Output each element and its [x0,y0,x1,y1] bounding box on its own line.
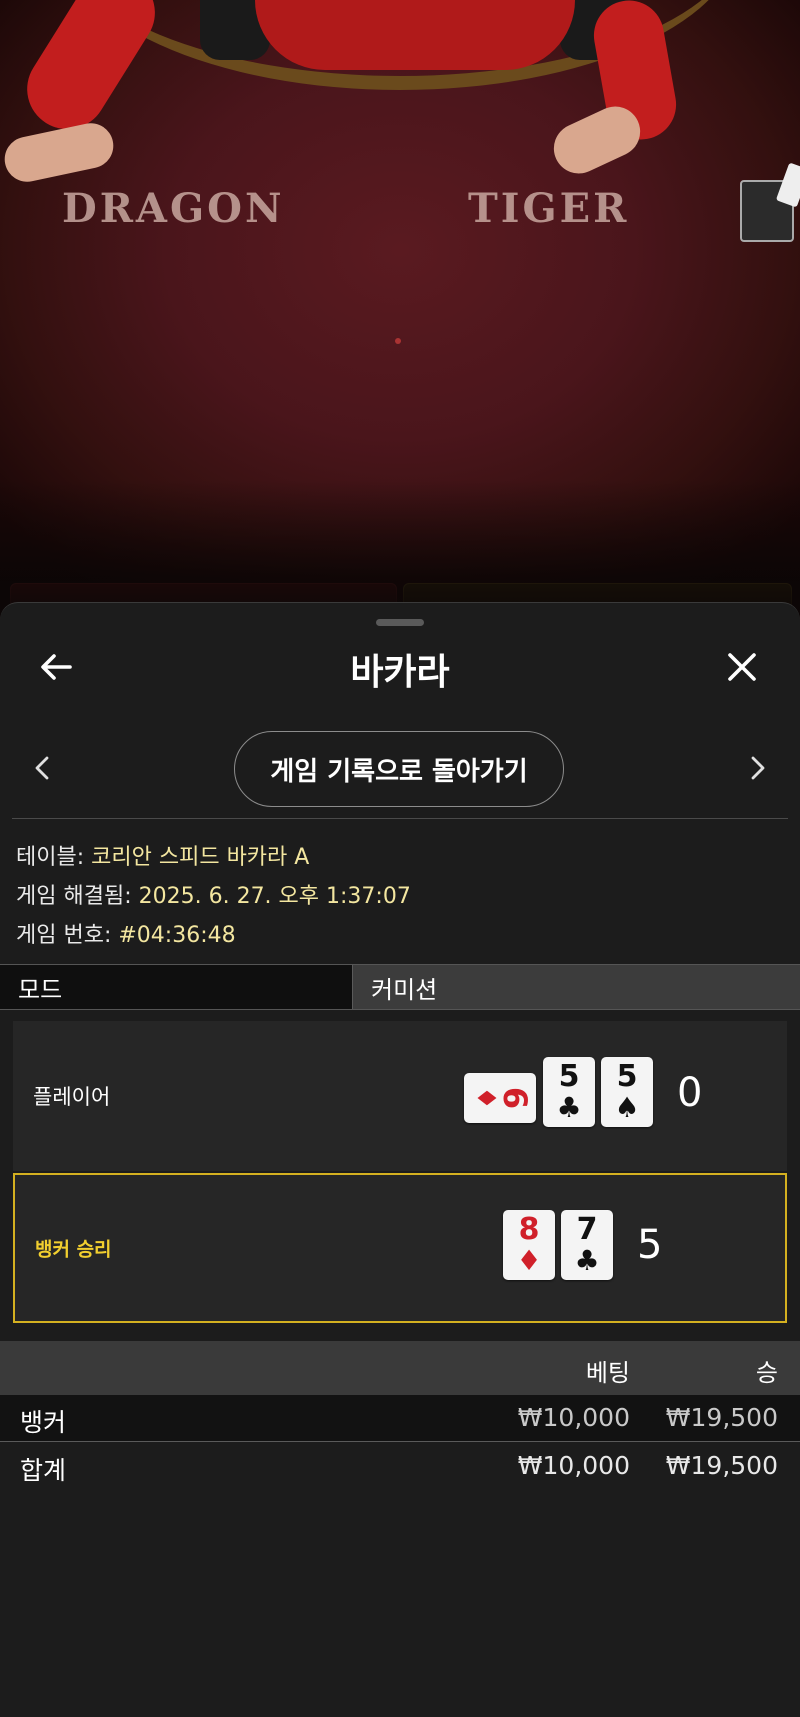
table-info: 테이블: 코리안 스피드 바카라 A [16,839,309,871]
total-label: 합계 [20,1456,67,1485]
player-score: 0 [677,1070,703,1116]
card-rank: 6 [495,1086,534,1110]
card-rank: 5 [616,1059,638,1094]
game-history-detail-sheet: 바카라 게임 기록으로 돌아가기 테이블: 코리안 스피드 바카라 A 게임 해… [0,602,800,1717]
playing-card: 5 ♣ [543,1057,595,1127]
diamond-suit-icon: ♦ [470,1086,501,1110]
resolved-info-label: 게임 해결됨: [16,884,132,909]
bet-name: 뱅커 [20,1408,67,1437]
total-win-amount: ₩19,500 [665,1451,778,1480]
tab-mode[interactable]: 모드 [0,965,353,1009]
next-game-button[interactable] [742,753,772,783]
mode-tabs: 모드 커미션 [0,964,800,1010]
card-rank: 5 [558,1059,580,1094]
dragon-table-label: DRAGON [62,185,285,232]
dealer [255,0,575,70]
close-icon [728,653,756,681]
club-suit-icon: ♣ [556,1091,582,1124]
club-suit-icon: ♣ [574,1244,600,1277]
previous-game-button[interactable] [28,753,58,783]
playing-card: 8 ♦ [503,1210,555,1280]
spade-suit-icon: ♠ [614,1091,640,1124]
chevron-right-icon [751,756,765,780]
tiger-table-label: TIGER [468,185,630,232]
table-marker [395,338,401,344]
dealer-hand [0,119,118,186]
bets-table-header: 베팅 승 [0,1341,800,1395]
card-rank: 8 [518,1212,540,1247]
player-label: 플레이어 [33,1085,111,1109]
sheet-drag-handle[interactable] [376,619,424,626]
total-bet-amount: ₩10,000 [517,1451,630,1480]
bet-column-header: 베팅 [585,1359,630,1387]
game-number-label: 게임 번호: [16,923,112,948]
total-row: 합계 ₩10,000 ₩19,500 [0,1443,800,1489]
table-info-label: 테이블: [16,845,85,870]
win-amount: ₩19,500 [665,1403,778,1432]
diamond-suit-icon: ♦ [516,1244,542,1277]
game-number-value: #04:36:48 [118,923,236,948]
tab-commission[interactable]: 커미션 [353,965,800,1009]
resolved-info: 게임 해결됨: 2025. 6. 27. 오후 1:37:07 [16,878,411,910]
player-hand-row: 플레이어 ♦ 6 5 ♣ 5 ♠ 0 [13,1021,787,1171]
table-row: 뱅커 ₩10,000 ₩19,500 [0,1395,800,1442]
close-button[interactable] [722,647,762,687]
banker-hand-row: 뱅커 승리 8 ♦ 7 ♣ 5 [13,1173,787,1323]
playing-card: ♦ 6 [464,1073,536,1123]
bet-amount: ₩10,000 [517,1403,630,1432]
playing-card: 5 ♠ [601,1057,653,1127]
win-column-header: 승 [755,1359,778,1387]
divider [12,818,788,819]
table-info-value: 코리안 스피드 바카라 A [91,845,310,870]
page-title: 바카라 [350,652,450,693]
banker-score: 5 [637,1222,663,1268]
chevron-left-icon [35,756,49,780]
card-rank: 7 [576,1212,598,1247]
back-to-history-button[interactable]: 게임 기록으로 돌아가기 [234,731,564,807]
live-video-stream: DRAGON TIGER [0,0,800,620]
banker-win-label: 뱅커 승리 [35,1238,112,1261]
resolved-info-value: 2025. 6. 27. 오후 1:37:07 [138,884,411,909]
game-number-info: 게임 번호: #04:36:48 [16,917,236,949]
playing-card: 7 ♣ [561,1210,613,1280]
